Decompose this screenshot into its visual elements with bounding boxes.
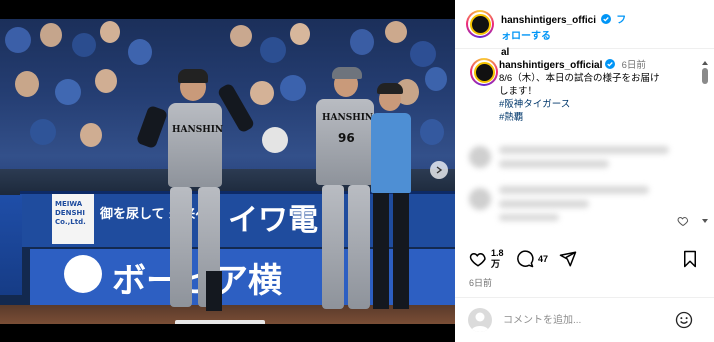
hashtag-link[interactable]: #阪神タイガース [499,98,699,111]
crowd [128,39,152,65]
caption-username[interactable]: hanshintigers_official [499,60,602,71]
ad-small-text: DENSHI [55,209,85,217]
comments-scrollbar[interactable] [701,60,709,225]
crowd [15,71,39,97]
comment-blurred [499,186,649,194]
post-caption: hanshintigers_official 6日前 8/6（木）、本日の試合の… [499,59,699,124]
like-count-line2: 万 [491,259,501,269]
avatar-ring [468,12,492,36]
umpire-leg [373,193,389,309]
crowd [5,27,31,53]
crowd [95,69,117,93]
caption-text-line2: します！ [499,86,538,97]
opposing-player [0,195,22,295]
ad-small-text: MEIWA [55,200,83,208]
crowd [410,41,436,67]
posted-time: 6日前 [469,278,493,288]
crowd [425,67,447,91]
player-helmet [178,69,208,83]
account-avatar[interactable] [466,10,494,38]
crowd [262,127,288,153]
caption-time: 6日前 [621,60,646,71]
comment-blurred [499,200,589,208]
ad-small-text: Co.,Ltd. [55,218,86,226]
player-leg-guard [206,271,222,311]
default-avatar-icon [471,312,489,332]
umpire [365,69,425,314]
avatar-ring [472,60,496,84]
chevron-right-icon [436,166,443,174]
hashtag-link[interactable]: #熱覇 [499,111,699,124]
comment-count: 47 [538,254,549,264]
crowd [290,23,310,45]
header-username-line1[interactable]: hanshintigers_offici [501,15,596,26]
verified-badge-icon [601,14,612,24]
comment-bar [455,297,714,342]
crowd [280,75,306,101]
comment-avatar-blurred [469,188,491,210]
tigers-logo-icon [469,13,491,35]
blurred-comments [463,140,703,235]
umpire-leg [393,193,409,309]
ad-logo-circle [64,255,102,293]
crowd [80,123,102,147]
coach-leg [322,185,344,309]
header-username-line2[interactable]: al [501,47,509,58]
jersey-number: 96 [338,131,355,145]
scroll-thumb[interactable] [702,68,708,84]
heart-icon[interactable] [469,250,487,268]
coach-cap [332,67,362,79]
post-actions: 1.8 万 47 [455,244,714,276]
post-panel: hanshintigers_offici フォローする al hanshinti… [455,0,714,342]
first-base [175,320,265,324]
user-avatar [468,308,492,332]
crowd [40,23,62,47]
player-jersey: HANSHIN [168,103,224,187]
post-photo: MEIWA DENSHI Co.,Ltd. 御を尿して 未来ヘッ イワ電 ボーピ… [0,19,455,324]
umpire-shirt [371,113,411,193]
post-header: hanshintigers_offici フォローする al [455,0,714,58]
crowd [30,119,56,145]
comment-icon[interactable] [516,250,534,268]
crowd [350,29,374,55]
crowd [385,21,407,43]
bookmark-icon[interactable] [681,250,699,268]
tigers-logo-icon [473,61,495,83]
player-leg [170,187,192,307]
like-count: 1.8 万 [491,248,504,270]
comment-blurred [499,160,609,168]
crowd [100,21,120,43]
crowd [72,33,96,57]
comment-blurred [499,214,559,221]
ad-sponsor-panel: MEIWA DENSHI Co.,Ltd. [52,194,94,244]
like-count-line1: 1.8 [491,248,504,258]
crowd [250,81,274,105]
umpire-cap [377,83,403,94]
share-icon[interactable] [559,250,577,268]
jersey-text: HANSHIN [172,125,224,135]
next-photo-button[interactable] [430,161,448,179]
crowd [55,79,81,105]
scroll-down-icon[interactable] [701,218,709,224]
comment-avatar-blurred [469,146,491,168]
comment-input[interactable] [503,311,673,329]
post-photo-pane: MEIWA DENSHI Co.,Ltd. 御を尿して 未来ヘッ イワ電 ボーピ… [0,0,455,342]
header-account: hanshintigers_offici フォローする al [501,11,631,59]
scroll-up-icon[interactable] [701,60,709,66]
heart-icon[interactable] [677,215,689,227]
caption-text-line1: 8/6（木）、本日の試合の様子をお届け [499,73,660,84]
comment-blurred [499,146,669,154]
caption-avatar[interactable] [470,58,498,86]
crowd [260,37,286,63]
crowd [230,25,252,47]
verified-badge-icon [605,59,615,69]
player-arm [135,104,169,150]
tigers-player: HANSHIN [135,59,256,324]
emoji-icon[interactable] [675,311,693,329]
